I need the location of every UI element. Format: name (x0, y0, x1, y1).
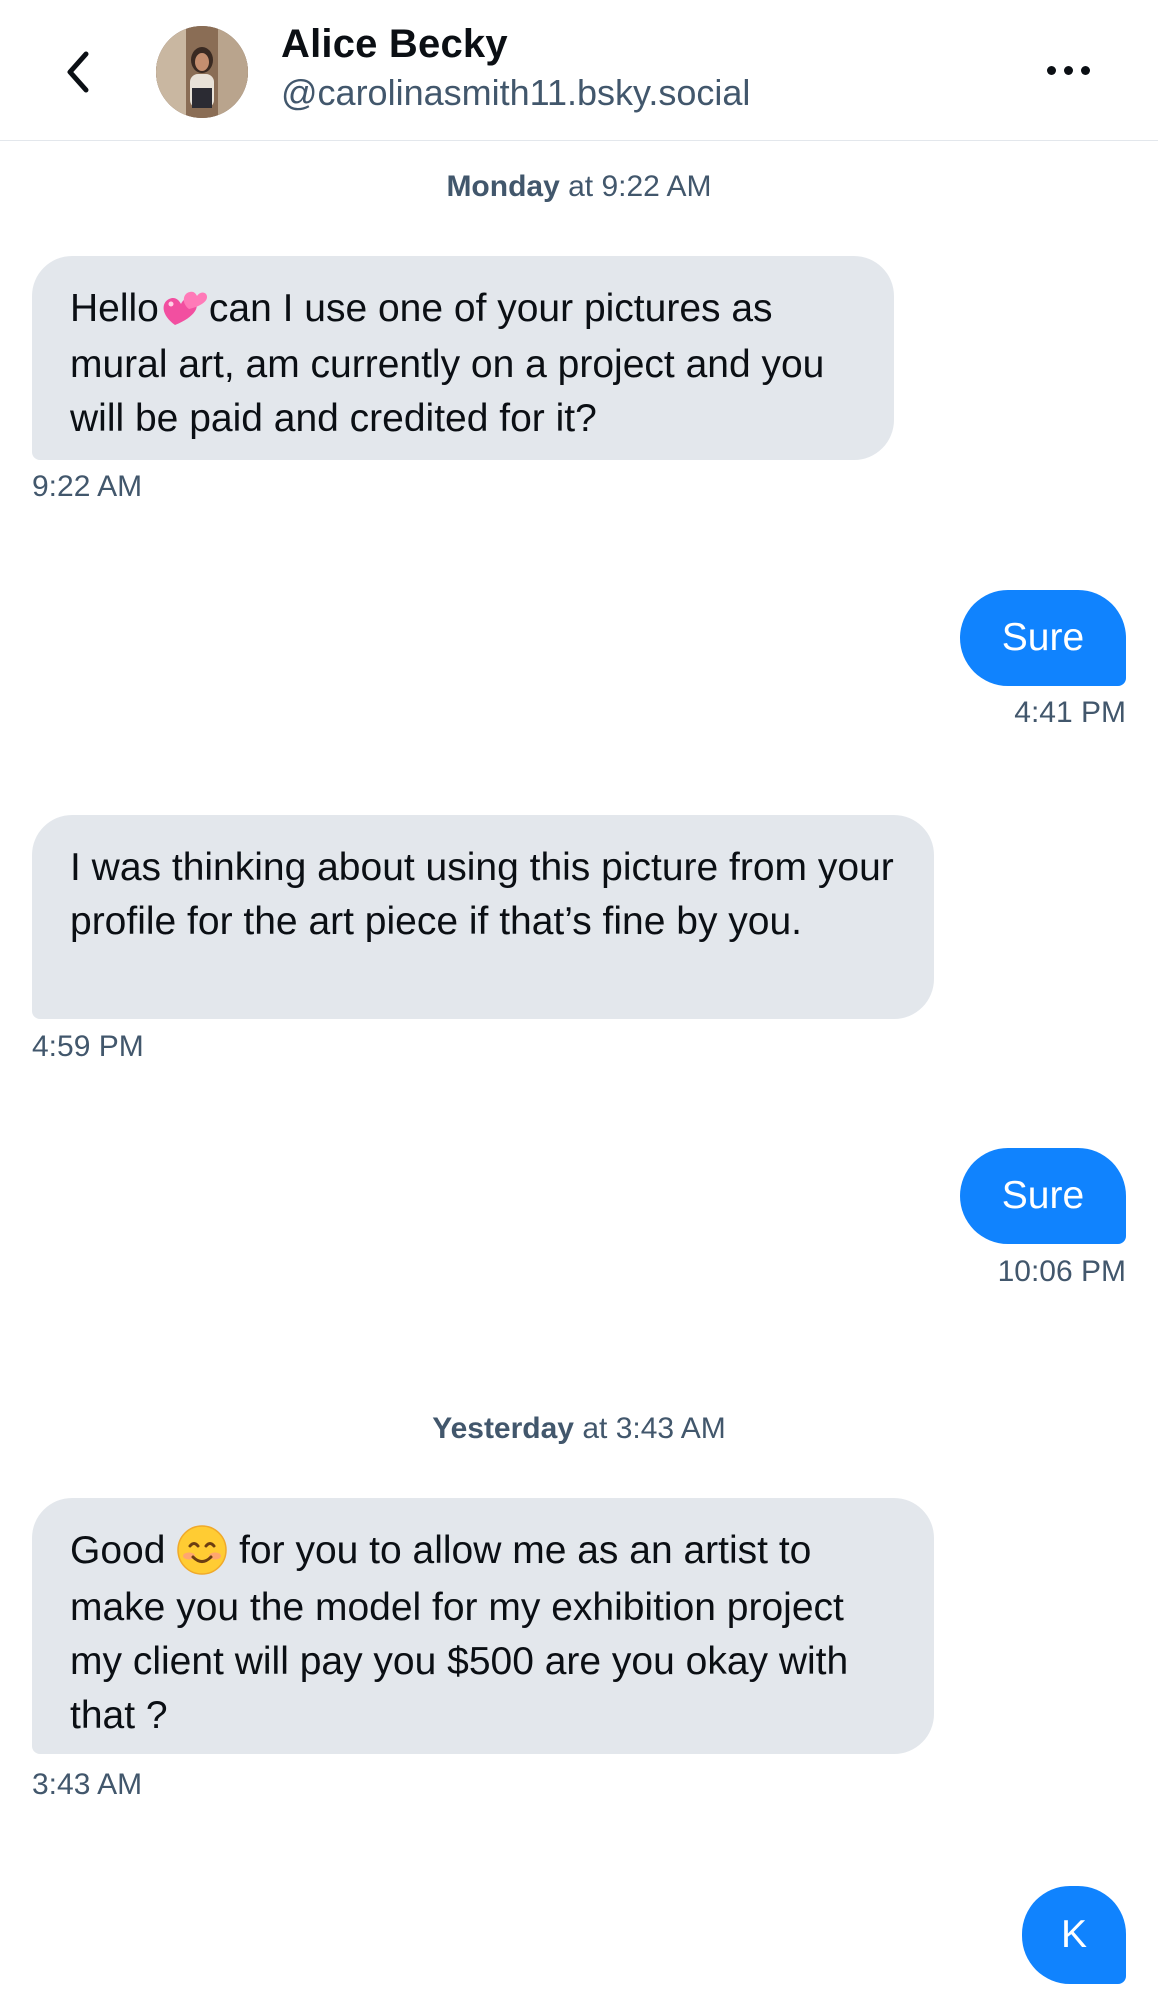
more-dot (1063, 65, 1073, 75)
back-button[interactable] (56, 44, 100, 100)
date-separator-day: Monday (446, 170, 560, 203)
message-text: Hello (70, 287, 159, 330)
message-time: 4:41 PM (1014, 696, 1126, 729)
message-bubble-outgoing[interactable]: K (1022, 1886, 1126, 1984)
contact-name[interactable]: Alice Becky (281, 22, 508, 67)
date-separator: Monday at 9:22 AM (0, 170, 1158, 204)
conversation-header: Alice Becky @carolinasmith11.bsky.social (0, 0, 1158, 141)
message-text: I was thinking about using this picture … (70, 846, 894, 943)
more-dot (1080, 65, 1090, 75)
message-time: 4:59 PM (32, 1030, 144, 1063)
message-bubble-incoming[interactable]: Hello can I use one of your pictures as … (32, 256, 894, 460)
smiling-face-emoji (176, 1524, 228, 1581)
date-separator: Yesterday at 3:43 AM (0, 1412, 1158, 1446)
two-hearts-emoji (159, 284, 209, 338)
message-text: Sure (1001, 616, 1085, 659)
date-separator-day: Yesterday (432, 1412, 574, 1445)
message-bubble-outgoing[interactable]: Sure (960, 590, 1126, 686)
message-bubble-outgoing[interactable]: Sure (960, 1148, 1126, 1244)
message-text: K (1060, 1913, 1087, 1956)
message-bubble-incoming[interactable]: I was thinking about using this picture … (32, 815, 934, 1019)
message-text: Good (70, 1529, 166, 1572)
message-bubble-incoming[interactable]: Good for you to allow me as an artist to… (32, 1498, 934, 1754)
date-separator-time: at 3:43 AM (574, 1412, 726, 1445)
message-time: 3:43 AM (32, 1768, 143, 1801)
message-text: Sure (1001, 1174, 1085, 1217)
message-time: 10:06 PM (997, 1255, 1126, 1288)
avatar[interactable] (156, 26, 248, 118)
contact-handle[interactable]: @carolinasmith11.bsky.social (281, 72, 750, 114)
message-time: 9:22 AM (32, 470, 143, 503)
more-options-button[interactable] (1036, 48, 1100, 92)
more-horizontal-icon (1046, 65, 1056, 75)
chevron-left-icon (67, 51, 89, 93)
date-separator-time: at 9:22 AM (559, 170, 712, 203)
